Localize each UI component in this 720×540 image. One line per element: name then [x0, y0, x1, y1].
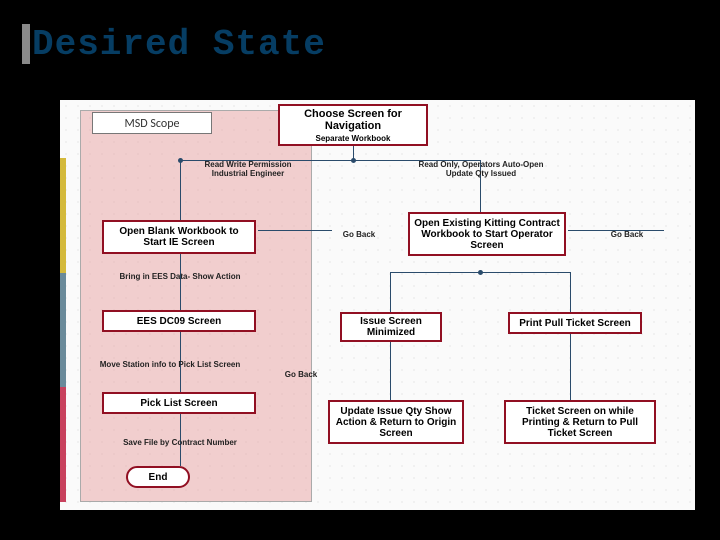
- page-title: Desired State: [32, 24, 326, 65]
- edge-ees: Bring in EES Data- Show Action: [100, 272, 260, 281]
- title-accent: [22, 24, 30, 64]
- node-open-blank: Open Blank Workbook to Start IE Screen: [102, 220, 256, 254]
- node-end: End: [126, 466, 190, 488]
- node-choose-screen: Choose Screen for Navigation Separate Wo…: [278, 104, 428, 146]
- edge-move: Move Station info to Pick List Screen: [84, 360, 256, 369]
- edge-goback-1: Go Back: [334, 230, 384, 239]
- node-sublabel: Separate Workbook: [316, 134, 391, 143]
- scope-label: MSD Scope: [92, 112, 212, 134]
- edge-rw: Read Write Permission Industrial Enginee…: [188, 160, 308, 178]
- node-ees-screen: EES DC09 Screen: [102, 310, 256, 332]
- node-picklist: Pick List Screen: [102, 392, 256, 414]
- node-label: Choose Screen for Navigation: [284, 108, 422, 132]
- edge-goback-3: Go Back: [276, 370, 326, 379]
- diagram-canvas: MSD Scope Choose Screen for Navigation S…: [60, 100, 695, 510]
- node-open-kitting: Open Existing Kitting Contract Workbook …: [408, 212, 566, 256]
- edge-goback-2: Go Back: [602, 230, 652, 239]
- node-print-pull: Print Pull Ticket Screen: [508, 312, 642, 334]
- node-issue-minimized: Issue Screen Minimized: [340, 312, 442, 342]
- color-bar: [60, 158, 66, 502]
- node-ticket-on: Ticket Screen on while Printing & Return…: [504, 400, 656, 444]
- edge-save: Save File by Contract Number: [100, 438, 260, 447]
- node-update-issue: Update Issue Qty Show Action & Return to…: [328, 400, 464, 444]
- edge-ro: Read Only, Operators Auto-Open Update Qt…: [406, 160, 556, 178]
